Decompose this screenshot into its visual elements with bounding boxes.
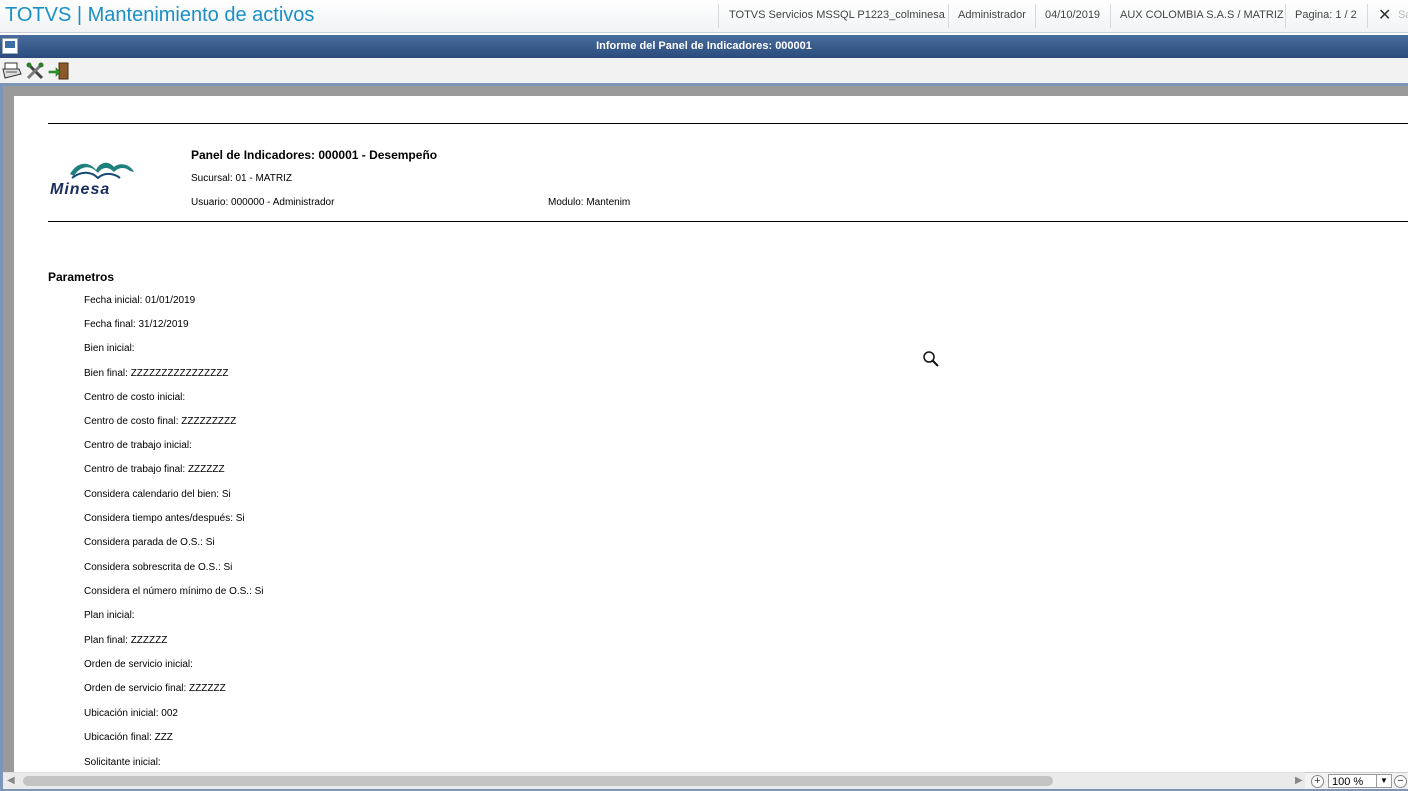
zoom-in-icon[interactable]: + xyxy=(1311,775,1324,788)
exit-door-icon[interactable] xyxy=(48,61,70,81)
param-item: Ubicación final: ZZZ xyxy=(84,732,173,743)
param-item: Considera el número mínimo de O.S.: Si xyxy=(84,586,264,597)
page-label: Pagina: 1 / 2 xyxy=(1295,9,1357,21)
report-title: Panel de Indicadores: 000001 - Desempeño xyxy=(191,148,438,162)
param-item: Fecha final: 31/12/2019 xyxy=(84,319,189,330)
printer-icon[interactable] xyxy=(1,61,23,81)
zoom-value: 100 % xyxy=(1332,776,1364,788)
separator xyxy=(948,4,949,28)
param-item: Plan final: ZZZZZZ xyxy=(84,635,168,646)
chevron-down-icon[interactable]: ▼ xyxy=(1376,775,1391,787)
report-page: Minesa Panel de Indicadores: 000001 - De… xyxy=(14,96,1408,772)
params-title: Parametros xyxy=(48,270,115,284)
company-label: AUX COLOMBIA S.A.S / MATRIZ xyxy=(1120,9,1284,21)
separator xyxy=(1110,4,1111,28)
close-icon[interactable]: ✕ xyxy=(1378,5,1391,25)
param-item: Considera calendario del bien: Si xyxy=(84,489,231,500)
param-item: Plan inicial: xyxy=(84,610,135,621)
scroll-thumb[interactable] xyxy=(23,776,1053,786)
param-item: Considera parada de O.S.: Si xyxy=(84,537,215,548)
param-item: Considera tiempo antes/después: Si xyxy=(84,513,245,524)
horizontal-scrollbar[interactable]: ◀ ▶ xyxy=(3,772,1305,789)
user-label: Administrador xyxy=(958,9,1026,21)
tools-icon[interactable] xyxy=(25,61,47,81)
param-item: Orden de servicio inicial: xyxy=(84,659,193,670)
param-item: Considera sobrescrita de O.S.: Si xyxy=(84,562,233,573)
branch-label: Sucursal: 01 - MATRIZ xyxy=(191,173,292,184)
toolbar xyxy=(0,58,1408,83)
logo-text: Minesa xyxy=(50,181,111,198)
param-item: Centro de trabajo final: ZZZZZZ xyxy=(84,464,225,475)
window-icon[interactable] xyxy=(2,38,18,54)
param-item: Bien inicial: xyxy=(84,343,135,354)
truncated-label: Sa xyxy=(1398,9,1408,21)
magnifier-icon xyxy=(922,350,940,368)
zoom-controls: + 100 % ▼ − xyxy=(1305,772,1408,790)
dialog-title: Informe del Panel de Indicadores: 000001 xyxy=(596,40,812,52)
divider xyxy=(48,221,1408,222)
scroll-left-icon[interactable]: ◀ xyxy=(7,775,15,786)
param-item: Solicitante inicial: xyxy=(84,757,161,768)
separator xyxy=(1285,4,1286,28)
user-info-label: Usuario: 000000 - Administrador xyxy=(191,197,335,208)
param-item: Bien final: ZZZZZZZZZZZZZZZZ xyxy=(84,368,229,379)
divider xyxy=(48,123,1408,124)
param-item: Orden de servicio final: ZZZZZZ xyxy=(84,683,226,694)
app-title: TOTVS | Mantenimiento de activos xyxy=(5,4,315,26)
zoom-out-icon[interactable]: − xyxy=(1394,775,1407,788)
top-bar: TOTVS | Mantenimiento de activos TOTVS S… xyxy=(0,0,1408,33)
zoom-select[interactable]: 100 % ▼ xyxy=(1328,774,1392,788)
separator xyxy=(1035,4,1036,28)
param-item: Centro de costo inicial: xyxy=(84,392,186,403)
environment-label: TOTVS Servicios MSSQL P1223_colminesa xyxy=(729,9,945,21)
date-label: 04/10/2019 xyxy=(1045,9,1101,21)
param-item: Centro de trabajo inicial: xyxy=(84,440,192,451)
dialog-title-bar: Informe del Panel de Indicadores: 000001 xyxy=(0,35,1408,58)
param-item: Fecha inicial: 01/01/2019 xyxy=(84,295,196,306)
separator xyxy=(718,4,719,28)
param-item: Ubicación inicial: 002 xyxy=(84,708,178,719)
param-item: Centro de costo final: ZZZZZZZZZ xyxy=(84,416,237,427)
scroll-right-icon[interactable]: ▶ xyxy=(1295,775,1303,786)
separator xyxy=(1367,4,1368,28)
module-label: Modulo: Mantenim xyxy=(548,197,631,208)
